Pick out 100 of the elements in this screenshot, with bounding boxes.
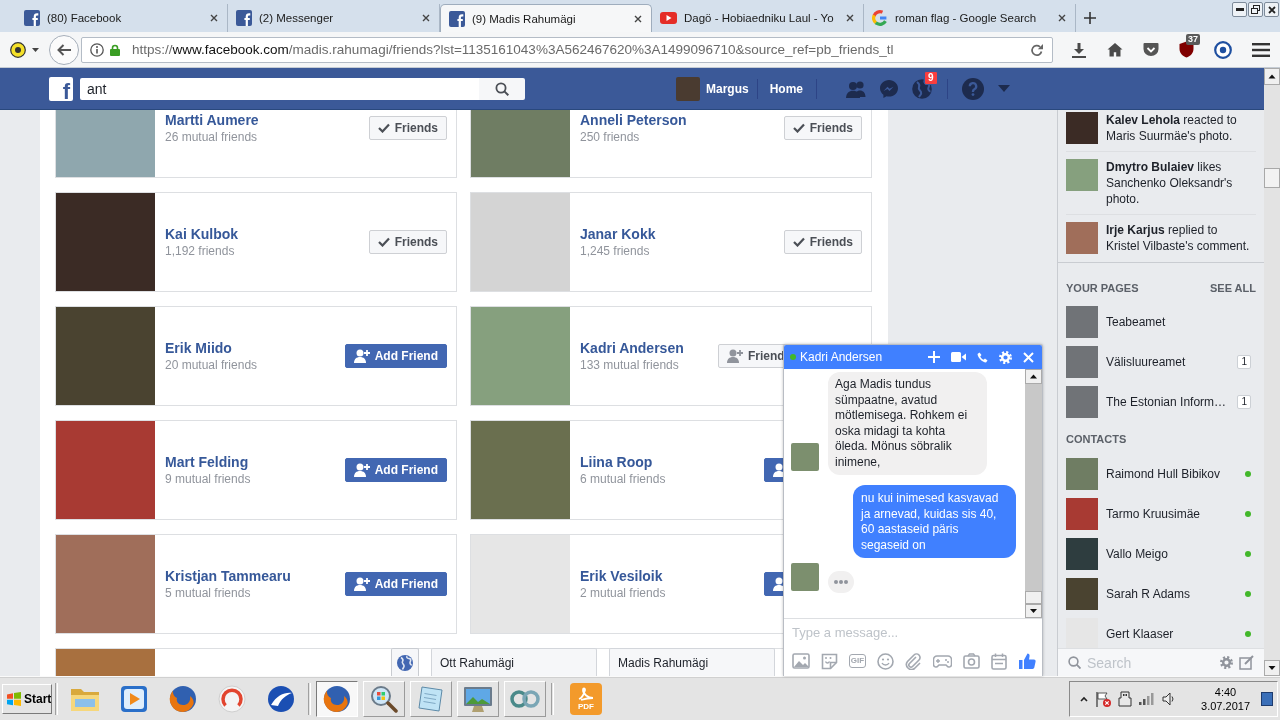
friends-button[interactable]: Friends xyxy=(783,116,862,140)
clock-time[interactable]: 4:40 xyxy=(1214,684,1237,699)
thumbs-up-icon[interactable] xyxy=(1018,652,1036,670)
circle-icon[interactable] xyxy=(10,41,26,58)
activity-text[interactable]: Dmytro Bulaiev likes Sanchenko Oleksandr's photo. xyxy=(1106,159,1252,207)
show-desktop-icon[interactable] xyxy=(1261,691,1273,706)
scroll-up-icon[interactable] xyxy=(1025,369,1042,384)
flag-icon[interactable] xyxy=(1095,690,1112,707)
chat-tab[interactable]: Ott Rahumägi xyxy=(431,648,597,676)
download-icon[interactable] xyxy=(1071,41,1087,58)
search-field[interactable]: ant xyxy=(80,77,479,100)
activity-text[interactable]: Irje Karjus replied to Kristel Vilbaste's comment. xyxy=(1106,222,1252,254)
start-button[interactable]: Start xyxy=(2,683,52,714)
chat-tab[interactable]: Madis Rahumägi xyxy=(609,648,775,676)
close-button[interactable] xyxy=(1264,2,1279,17)
scrollbar[interactable] xyxy=(1264,68,1280,676)
browser-tab[interactable]: (9) Madis Rahumägi xyxy=(440,4,652,32)
device-icon[interactable] xyxy=(1118,690,1133,707)
back-button[interactable] xyxy=(49,34,79,65)
phone-icon[interactable] xyxy=(977,351,988,363)
home-link[interactable]: Home xyxy=(769,81,804,96)
friends-button[interactable]: Friends xyxy=(368,230,447,254)
page-name[interactable]: Välisluureamet xyxy=(1106,355,1186,369)
count-badge: 1 xyxy=(1237,355,1251,369)
scroll-up-icon[interactable] xyxy=(1264,68,1280,85)
close-icon[interactable] xyxy=(422,14,430,22)
friend-name[interactable]: Erik Miido xyxy=(165,339,232,357)
new-tab-icon[interactable] xyxy=(1084,12,1096,24)
compose-icon[interactable] xyxy=(1239,655,1254,670)
media-player-icon[interactable] xyxy=(119,684,148,713)
caret-icon[interactable] xyxy=(32,47,39,52)
friend-name[interactable]: Liina Roop xyxy=(580,453,653,471)
image-icon[interactable] xyxy=(792,653,810,669)
add-person-icon xyxy=(727,349,743,363)
globe-button[interactable] xyxy=(391,648,419,676)
swoosh-icon[interactable] xyxy=(266,684,295,713)
reload-icon[interactable] xyxy=(1030,42,1044,57)
gamepad-icon[interactable] xyxy=(933,654,952,668)
friend-name[interactable]: Kristjan Tammearu xyxy=(165,567,291,585)
page-name[interactable]: The Estonian Inform… xyxy=(1106,395,1227,409)
contact-name[interactable]: Gert Klaaser xyxy=(1106,627,1174,641)
signal-bars-icon[interactable] xyxy=(1139,692,1156,705)
friends-button[interactable]: Friends xyxy=(368,116,447,140)
scrollbar[interactable] xyxy=(1025,369,1042,618)
restore-button[interactable] xyxy=(1248,2,1263,17)
home-icon[interactable] xyxy=(1107,42,1123,57)
clock-date[interactable]: 3.07.2017 xyxy=(1201,698,1250,713)
activity-text[interactable]: Kalev Lehola reacted to Maris Suurmäe's photo. xyxy=(1106,112,1252,144)
calendar-icon[interactable] xyxy=(991,652,1007,670)
video-camera-icon[interactable] xyxy=(951,352,966,362)
count-badge: 37 xyxy=(1186,34,1200,45)
profile-link[interactable]: Margus xyxy=(706,81,749,96)
scrollbar-thumb[interactable] xyxy=(1264,168,1280,188)
page-name[interactable]: Teabeamet xyxy=(1106,315,1166,329)
browser-icon[interactable] xyxy=(168,684,197,713)
friend-name[interactable]: Kai Kulbok xyxy=(165,225,239,243)
taskbar-button[interactable] xyxy=(315,680,358,717)
scrollbar-thumb[interactable] xyxy=(1025,591,1042,604)
emoji-icon[interactable] xyxy=(877,652,894,670)
address-field[interactable]: https://www.facebook.com/madis.rahumagi/friends?lst=1135161043%3A562467620%3A1499096710&source_ref=pb_friends_tl xyxy=(81,36,1053,63)
friend-name[interactable]: Kadri Andersen xyxy=(580,339,684,357)
pocket-icon[interactable] xyxy=(1143,42,1159,57)
settings-icon[interactable] xyxy=(1220,656,1233,669)
close-icon[interactable] xyxy=(846,14,854,22)
friend-name[interactable]: Martti Aumere xyxy=(165,111,259,129)
plus-icon[interactable] xyxy=(928,351,940,363)
help-icon[interactable] xyxy=(962,77,985,100)
add-friend-button[interactable]: Add Friend xyxy=(344,458,447,482)
close-icon[interactable] xyxy=(210,14,218,22)
ring-icon[interactable] xyxy=(1214,40,1232,59)
chevron-up-icon[interactable] xyxy=(1080,695,1089,702)
paperclip-icon[interactable] xyxy=(905,652,922,670)
friends-button[interactable]: Friends xyxy=(783,230,862,254)
scroll-down-icon[interactable] xyxy=(1025,604,1042,618)
contact-name[interactable]: Tarmo Kruusimäe xyxy=(1106,507,1201,521)
friend-name[interactable]: Erik Vesiloik xyxy=(580,567,663,585)
info-icon[interactable] xyxy=(90,42,104,57)
speaker-icon[interactable] xyxy=(1162,691,1177,706)
friends-icon[interactable] xyxy=(845,79,868,98)
chat-header[interactable]: Kadri Andersen xyxy=(784,345,1042,369)
friend-name[interactable]: Janar Kokk xyxy=(580,225,656,243)
contact-name[interactable]: Vallo Meigo xyxy=(1106,547,1168,561)
camera-icon[interactable] xyxy=(963,653,980,669)
messenger-icon[interactable] xyxy=(879,78,900,99)
site-logo[interactable]: f xyxy=(49,76,73,101)
close-icon[interactable] xyxy=(1058,14,1066,22)
minimize-button[interactable] xyxy=(1232,2,1247,17)
sticker-icon[interactable] xyxy=(821,652,838,670)
menu-icon[interactable] xyxy=(1252,42,1270,57)
friend-name[interactable]: Mart Felding xyxy=(165,453,249,471)
scroll-down-icon[interactable] xyxy=(1264,660,1280,676)
contact-name[interactable]: Raimond Hull Bibikov xyxy=(1106,467,1221,481)
add-friend-button[interactable]: Add Friend xyxy=(344,344,447,368)
search-bar[interactable]: Search xyxy=(1058,648,1264,676)
see-all-link[interactable]: SEE ALL xyxy=(1209,281,1256,295)
friend-name[interactable]: Anneli Peterson xyxy=(580,111,687,129)
search-button[interactable] xyxy=(479,77,525,100)
add-friend-button[interactable]: Add Friend xyxy=(344,572,447,596)
close-icon[interactable] xyxy=(634,14,642,23)
contact-name[interactable]: Sarah R Adams xyxy=(1106,587,1191,601)
